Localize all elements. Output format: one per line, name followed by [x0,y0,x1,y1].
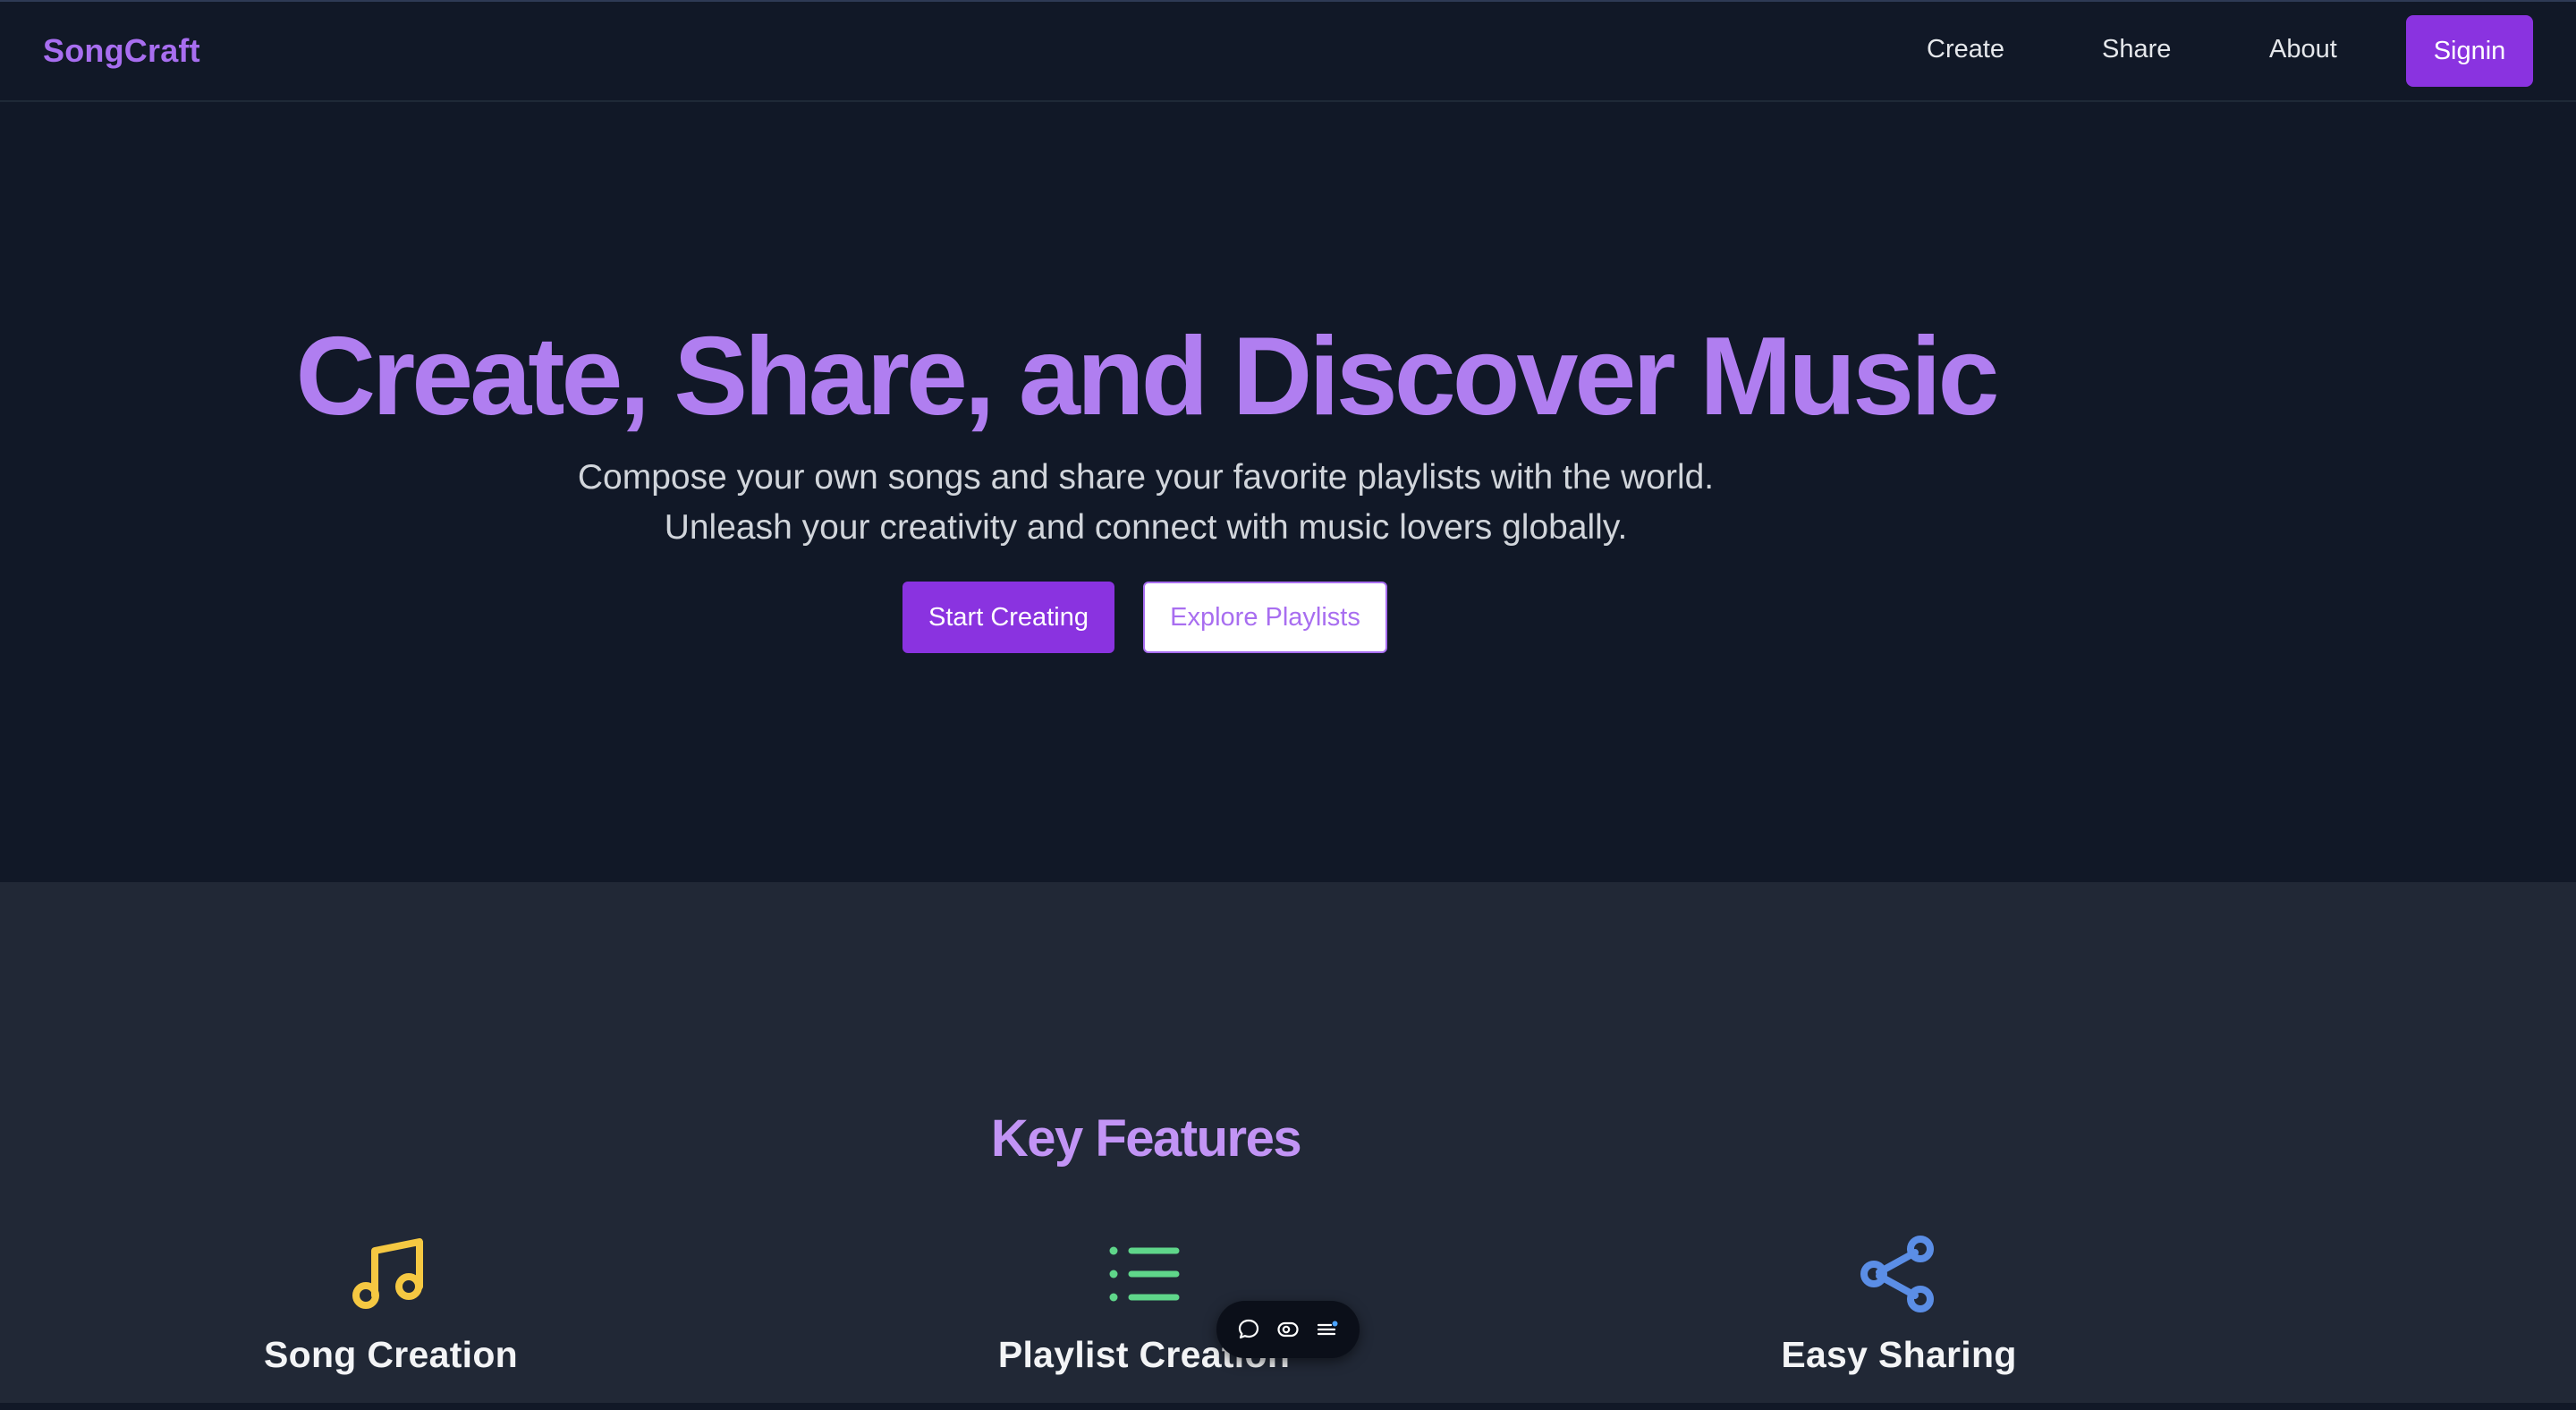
explore-playlists-button[interactable]: Explore Playlists [1143,582,1387,653]
hero-section: Create, Share, and Discover Music Compos… [0,102,2576,882]
music-note-icon [352,1238,423,1309]
menu-icon[interactable] [1315,1317,1340,1342]
share-icon [1860,1236,1934,1312]
nav-link-create[interactable]: Create [1927,35,2004,64]
feature-card-easy-sharing: Easy Sharing [1631,1231,2167,1410]
features-title: Key Features [990,1109,1302,1168]
navbar: SongCraft Create Share About Signin [0,2,2576,102]
list-icon [1109,1246,1180,1302]
hero-subtitle-line2: Unleash your creativity and connect with… [664,508,1628,547]
nav-link-share[interactable]: Share [2102,35,2171,64]
floating-toolbar [1216,1301,1360,1358]
brand-logo[interactable]: SongCraft [43,32,200,70]
feature-title: Song Creation [263,1334,519,1375]
start-creating-button[interactable]: Start Creating [902,582,1114,653]
signin-button[interactable]: Signin [2406,15,2533,87]
eye-icon[interactable] [1275,1317,1301,1342]
nav-link-about[interactable]: About [2269,35,2337,64]
feature-title: Easy Sharing [1781,1334,2017,1375]
feature-card-song-creation: Song Creation [123,1231,659,1410]
hero-subtitle-line1: Compose your own songs and share your fa… [577,458,1715,497]
hero-title: Create, Share, and Discover Music [295,315,1999,438]
comment-icon[interactable] [1236,1317,1261,1342]
